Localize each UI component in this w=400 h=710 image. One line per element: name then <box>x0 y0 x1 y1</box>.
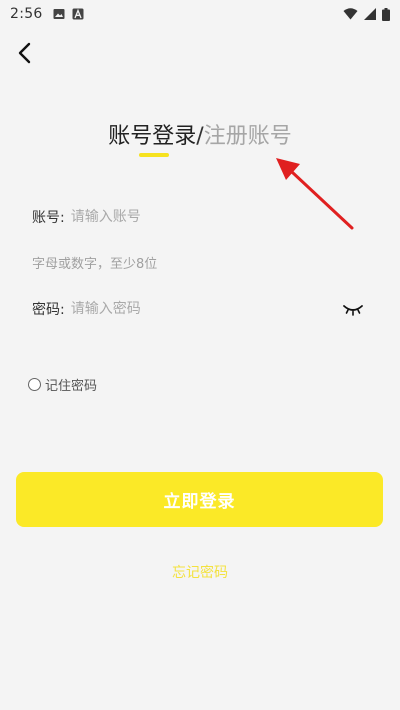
chevron-left-icon <box>18 42 31 64</box>
radio-circle-icon <box>28 378 41 391</box>
account-input[interactable] <box>70 207 372 227</box>
a-badge-icon <box>72 8 84 20</box>
password-input[interactable] <box>70 299 332 319</box>
status-time: 2:56 <box>10 6 43 22</box>
tab-login-label: 账号登录 <box>108 124 197 149</box>
battery-icon <box>382 7 390 21</box>
eye-closed-icon <box>343 305 363 316</box>
status-bar: 2:56 <box>0 0 400 28</box>
back-button[interactable] <box>10 38 40 68</box>
remember-password-label: 记住密码 <box>45 379 98 394</box>
account-hint: 字母或数字，至少8位 <box>32 257 158 272</box>
tab-register[interactable]: 注册账号 <box>204 124 292 149</box>
account-row: 账号: <box>32 207 372 227</box>
active-tab-indicator <box>139 153 170 157</box>
password-visibility-toggle[interactable] <box>340 300 366 320</box>
tab-separator: / <box>196 124 204 149</box>
image-icon <box>53 9 65 19</box>
tab-login[interactable]: 账号登录 <box>108 118 197 157</box>
remember-password-checkbox[interactable]: 记住密码 <box>28 375 97 394</box>
login-button[interactable]: 立即登录 <box>16 472 383 527</box>
wifi-icon <box>343 8 358 20</box>
title-tabs: 账号登录 /注册账号 <box>0 118 400 157</box>
password-label: 密码: <box>32 302 65 318</box>
account-label: 账号: <box>32 210 65 226</box>
signal-icon <box>364 8 376 20</box>
forgot-password-link[interactable]: 忘记密码 <box>0 562 400 582</box>
password-row: 密码: <box>32 299 332 319</box>
